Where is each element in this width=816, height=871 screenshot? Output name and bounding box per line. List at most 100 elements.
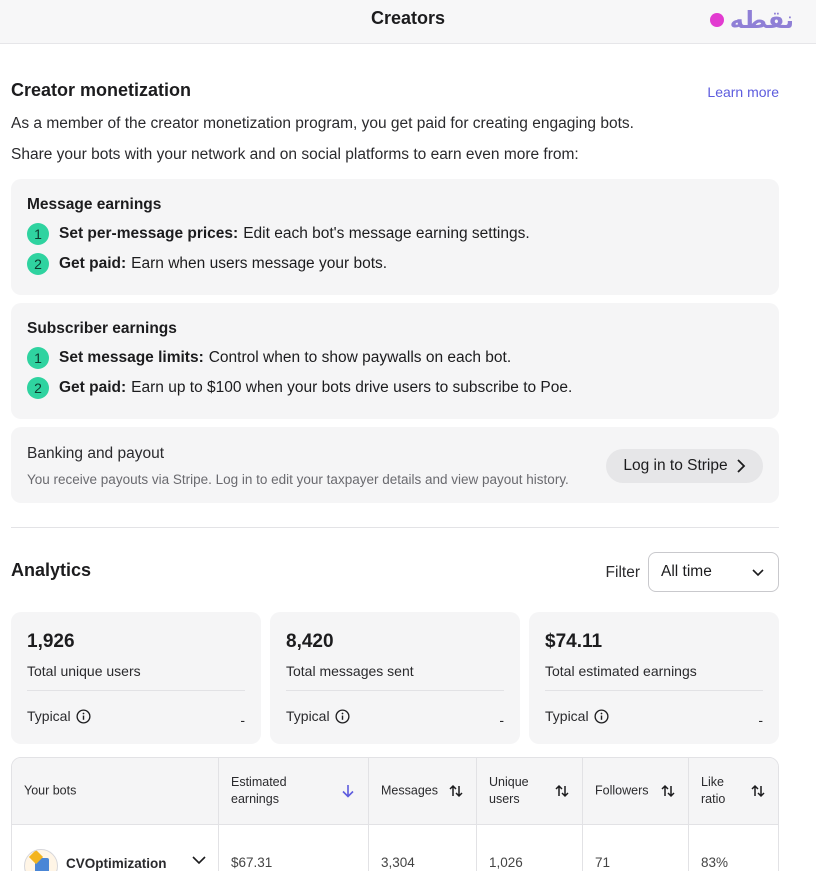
typical-label: Typical (27, 708, 71, 724)
stat-label: Total unique users (27, 663, 245, 691)
message-step-1: 1 Set per-message prices: Edit each bot'… (27, 222, 763, 246)
header-label: Followers (595, 783, 649, 798)
sort-icon[interactable] (660, 783, 676, 799)
stat-label: Total estimated earnings (545, 663, 763, 691)
column-header-unique-users[interactable]: Unique users (477, 758, 583, 824)
typical-value: - (758, 712, 763, 728)
subscriber-earnings-title: Subscriber earnings (27, 320, 177, 337)
step-heading: Set message limits: (59, 349, 204, 366)
unique-users-cell: 1,026 (477, 825, 583, 871)
header-label: Your bots (24, 783, 77, 798)
watermark-dot (709, 13, 724, 27)
stat-card-messages-sent: 8,420 Total messages sent Typical - (270, 612, 520, 744)
step-number-badge: 2 (27, 253, 49, 275)
filter-value: All time (661, 563, 712, 580)
earnings-cell: $67.31 (219, 825, 369, 871)
cell-value: 3,304 (381, 855, 415, 870)
bot-name: CVOptimization (66, 855, 167, 871)
header-label-line: users (489, 792, 520, 806)
sort-icon[interactable] (554, 783, 570, 799)
stat-value: $74.11 (545, 631, 603, 652)
column-header-followers[interactable]: Followers (583, 758, 689, 824)
bots-table: Your bots Estimated earnings Messages Uni… (11, 757, 779, 871)
step-heading: Get paid: (59, 255, 127, 272)
section-divider (11, 527, 779, 528)
subscriber-step-1: 1 Set message limits: Control when to sh… (27, 346, 763, 370)
analytics-header: Analytics Filter All time (11, 552, 779, 592)
stripe-button-label: Log in to Stripe (623, 457, 728, 474)
info-icon[interactable] (594, 708, 609, 724)
log-in-to-stripe-button[interactable]: Log in to Stripe (606, 449, 763, 483)
step-number-badge: 2 (27, 377, 49, 399)
info-icon[interactable] (335, 708, 350, 724)
sort-icon[interactable] (750, 783, 766, 799)
cell-value: 71 (595, 855, 611, 870)
messages-cell: 3,304 (369, 825, 477, 871)
typical-value: - (240, 712, 245, 728)
step-heading: Set per-message prices: (59, 225, 239, 242)
header-label-line: ratio (701, 792, 726, 806)
stat-card-estimated-earnings: $74.11 Total estimated earnings Typical … (529, 612, 779, 744)
watermark-text: نقطه (729, 6, 794, 34)
top-bar: Creators نقطه (0, 0, 816, 44)
column-header-like-ratio[interactable]: Like ratio (689, 758, 778, 824)
sort-descending-icon[interactable] (340, 783, 356, 799)
typical-row: Typical (286, 708, 504, 724)
subscriber-earnings-card: Subscriber earnings 1 Set message limits… (11, 303, 779, 419)
brand-watermark: نقطه (709, 6, 794, 34)
step-text: Earn up to $100 when your bots drive use… (131, 379, 573, 396)
subscriber-step-2: 2 Get paid: Earn up to $100 when your bo… (27, 376, 763, 400)
step-text: Control when to show paywalls on each bo… (208, 349, 512, 366)
step-heading: Get paid: (59, 379, 127, 396)
chevron-right-icon (736, 459, 745, 473)
time-filter-select[interactable]: All time (648, 552, 779, 592)
header-label-line: earnings (231, 792, 279, 806)
step-text: Earn when users message your bots. (131, 255, 388, 272)
monetization-title: Creator monetization (11, 80, 192, 100)
table-row[interactable]: CVOptimization $67.31 3,304 1,026 71 83% (12, 825, 778, 871)
main-content: Creator monetization Learn more As a mem… (11, 44, 779, 871)
header-label: Unique users (489, 774, 529, 808)
page-title: Creators (370, 8, 446, 28)
intro-text-1: As a member of the creator monetization … (11, 115, 634, 132)
like-ratio-cell: 83% (689, 825, 778, 871)
step-number-badge: 1 (27, 347, 49, 369)
filter-label: Filter (605, 564, 640, 581)
typical-row: Typical (27, 708, 245, 724)
header-label-line: Like (701, 775, 724, 789)
banking-payout-card: Banking and payout You receive payouts v… (11, 427, 779, 503)
intro-text-2: Share your bots with your network and on… (11, 146, 579, 163)
step-number-badge: 1 (27, 223, 49, 245)
stat-card-unique-users: 1,926 Total unique users Typical - (11, 612, 261, 744)
header-label-line: Unique (489, 775, 529, 789)
message-earnings-card: Message earnings 1 Set per-message price… (11, 179, 779, 295)
typical-label: Typical (286, 708, 330, 724)
step-text: Edit each bot's message earning settings… (243, 225, 530, 242)
info-icon[interactable] (76, 708, 91, 724)
chevron-down-icon (752, 569, 764, 577)
monetization-header: Creator monetization Learn more (11, 78, 779, 110)
analytics-title: Analytics (11, 560, 92, 580)
header-label: Estimated earnings (231, 774, 287, 808)
stats-row: 1,926 Total unique users Typical - 8,420… (11, 612, 779, 744)
sort-icon[interactable] (448, 783, 464, 799)
typical-row: Typical (545, 708, 763, 724)
header-label: Messages (381, 783, 438, 798)
header-label: Like ratio (701, 774, 725, 808)
table-header-row: Your bots Estimated earnings Messages Uni… (12, 758, 778, 825)
stat-value: 1,926 (27, 631, 75, 652)
stat-value: 8,420 (286, 631, 334, 652)
typical-label: Typical (545, 708, 589, 724)
learn-more-link[interactable]: Learn more (707, 84, 779, 100)
column-header-earnings[interactable]: Estimated earnings (219, 758, 369, 824)
column-header-messages[interactable]: Messages (369, 758, 477, 824)
stat-label: Total messages sent (286, 663, 504, 691)
bot-cell[interactable]: CVOptimization (12, 825, 219, 871)
expand-chevron-icon[interactable] (192, 855, 206, 865)
bot-avatar (24, 849, 58, 871)
followers-cell: 71 (583, 825, 689, 871)
bot-identity: CVOptimization (24, 849, 167, 871)
message-earnings-title: Message earnings (27, 196, 162, 213)
message-step-2: 2 Get paid: Earn when users message your… (27, 252, 763, 276)
cell-value: 83% (701, 855, 729, 870)
